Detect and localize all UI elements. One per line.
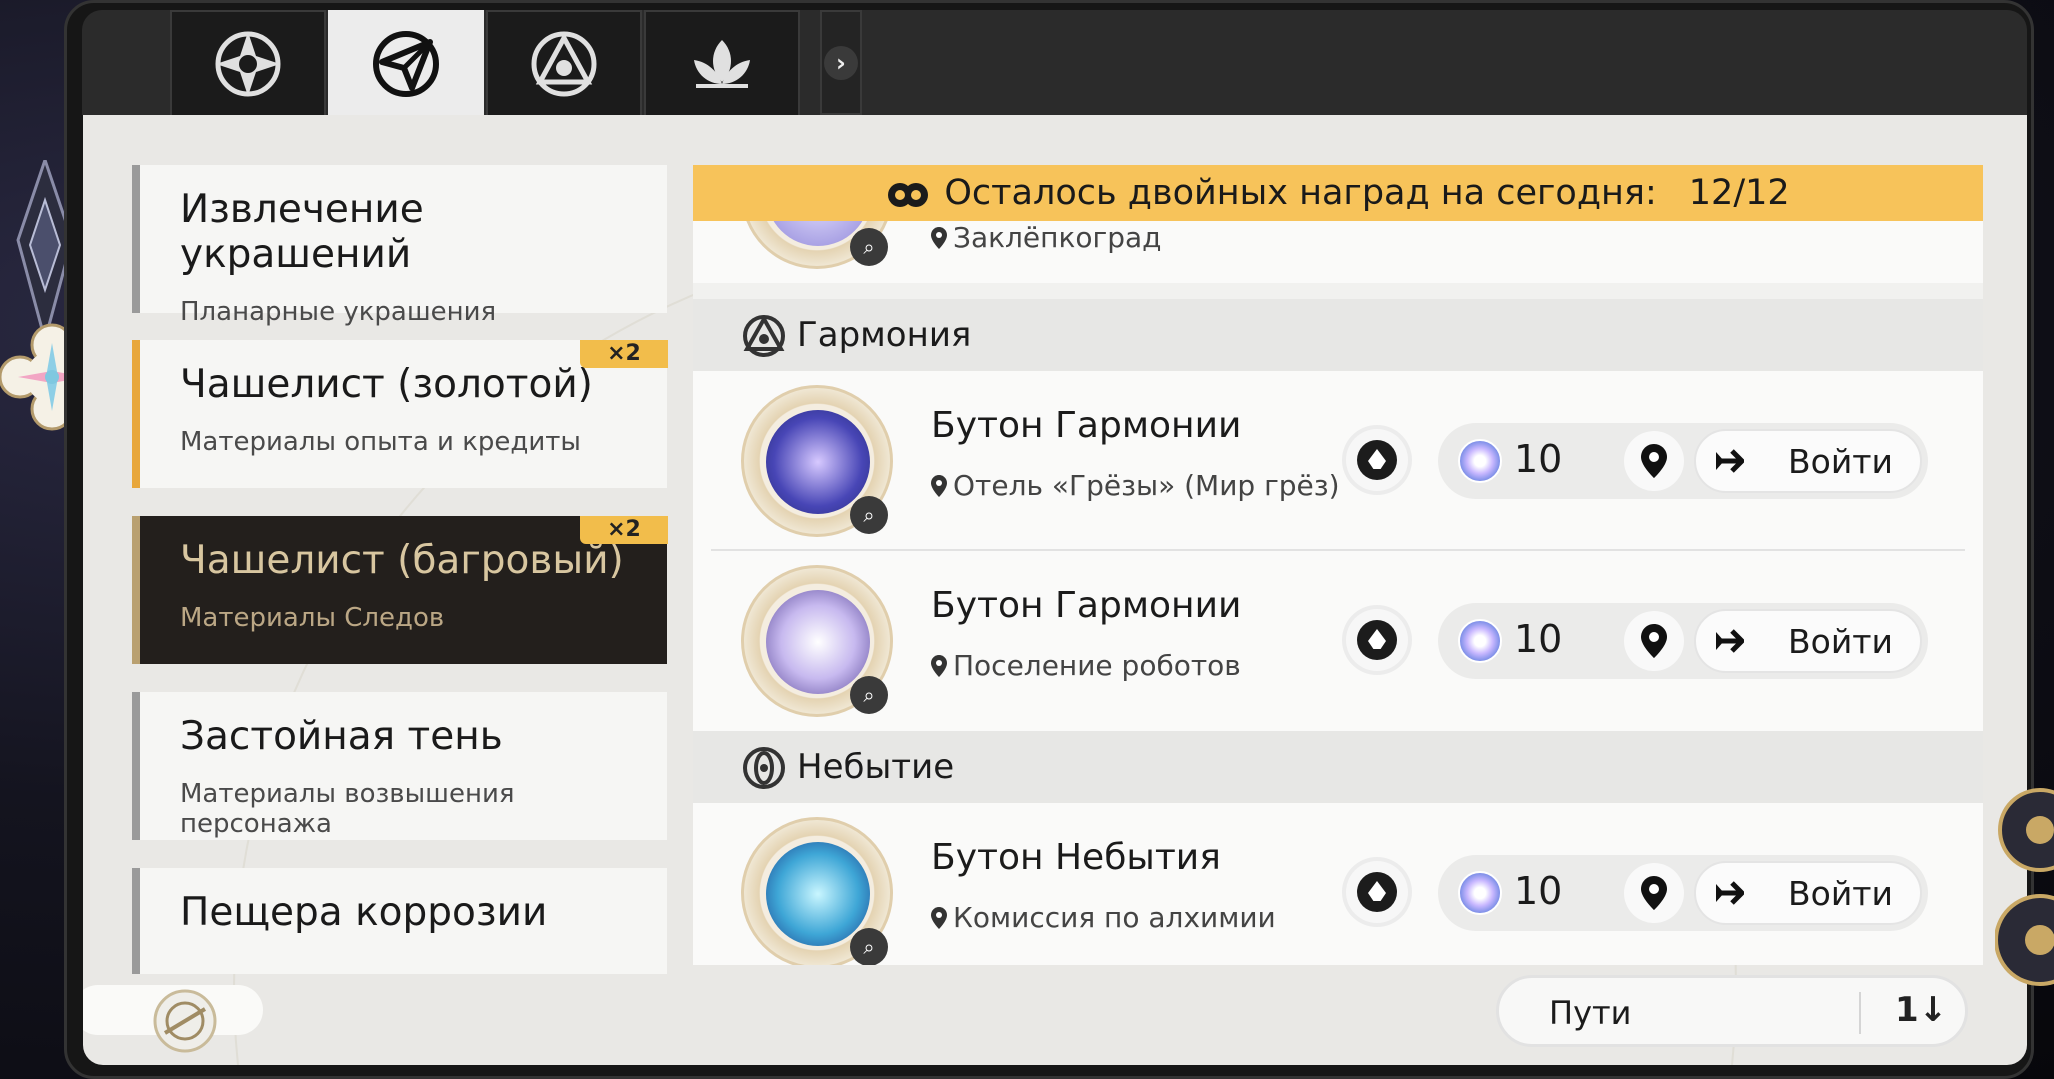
group-title: Гармония [797, 315, 972, 355]
domain-title: Бутон Гармонии [931, 585, 1242, 626]
double-reward-banner: Осталось двойных наград на сегодня: 12/1… [693, 165, 1983, 221]
cost-panel: 10 Войти [1438, 603, 1928, 679]
path-group-header: Небытие [693, 731, 1983, 803]
category-title: Пещера коррозии [180, 890, 548, 935]
domain-row: ⌕ Бутон Небытия Комиссия по алхимии 10 В… [693, 803, 1983, 965]
banner-label: Осталось двойных наград на сегодня: [944, 173, 1657, 213]
enter-button[interactable]: Войти [1694, 609, 1922, 673]
map-pin-button[interactable] [1624, 431, 1684, 491]
element-weakness-icon[interactable] [1346, 861, 1408, 923]
element-weakness-icon[interactable] [1346, 429, 1408, 491]
trailblaze-power-icon [1458, 871, 1502, 915]
enter-icon [1716, 881, 1744, 905]
cost-value: 10 [1514, 437, 1563, 481]
category-item-ornament[interactable]: Извлечение украшений Планарные украшения [132, 165, 667, 327]
tab-2[interactable] [328, 10, 484, 115]
domain-row: ⌕ Бутон Гармонии Отель «Грёзы» (Мир грёз… [693, 371, 1983, 551]
magnifier-icon[interactable]: ⌕ [850, 676, 888, 714]
main-panel: Извлечение украшений Планарные украшения… [83, 115, 2027, 1065]
category-title: Чашелист (золотой) [180, 362, 593, 407]
domain-list: Осталось двойных наград на сегодня: 12/1… [693, 165, 1983, 965]
trailblaze-power-icon [1458, 439, 1502, 483]
element-weakness-icon[interactable] [1346, 609, 1408, 671]
category-subtitle: Материалы опыта и кредиты [180, 427, 581, 457]
lotus-icon [694, 39, 750, 88]
location-pin-icon [931, 654, 947, 677]
sort-dropdown[interactable]: Пути 1↓ [1496, 975, 1968, 1047]
aether-orb-icon [153, 989, 217, 1053]
cost-panel: 10 Войти [1438, 423, 1928, 499]
category-subtitle: Материалы Следов [180, 603, 445, 633]
domain-location: Отель «Грёзы» (Мир грёз) [931, 469, 1340, 502]
chevron-right-icon: › [824, 45, 858, 80]
domain-location: Заклёпкоград [931, 221, 1162, 254]
tab-1[interactable] [170, 10, 326, 115]
domain-thumbnail: ⌕ [741, 817, 893, 965]
path-group-header: Гармония [693, 299, 1983, 371]
magnifier-icon[interactable]: ⌕ [850, 928, 888, 965]
sort-icon[interactable]: 1↓ [1895, 990, 1947, 1030]
compass-rose-icon [215, 31, 281, 96]
sort-label: Пути [1549, 994, 1632, 1032]
category-subtitle: Материалы возвышения персонажа [180, 779, 515, 839]
nihility-path-icon [743, 747, 785, 789]
domain-title: Бутон Небытия [931, 837, 1221, 878]
harmony-path-icon [743, 314, 785, 357]
domain-location: Поселение роботов [931, 649, 1241, 682]
tab-scroll-button[interactable]: › [820, 10, 862, 115]
cost-panel: 10 Войти [1438, 855, 1928, 931]
triangle-knot-icon [531, 31, 597, 96]
sort-divider [1859, 992, 1861, 1034]
map-pin-button[interactable] [1624, 863, 1684, 923]
domain-location: Комиссия по алхимии [931, 901, 1276, 934]
flower-ornament-icon [1995, 788, 2054, 986]
map-pin-button[interactable] [1624, 611, 1684, 671]
map-pin-icon [1641, 444, 1667, 478]
group-title: Небытие [797, 747, 955, 787]
enter-button[interactable]: Войти [1694, 429, 1922, 493]
category-item-crimson-calyx[interactable]: ×2 Чашелист (багровый) Материалы Следов [132, 516, 668, 664]
enter-button[interactable]: Войти [1694, 861, 1922, 925]
domain-row: ⌕ Бутон Гармонии Поселение роботов 10 Во… [693, 551, 1983, 731]
double-reward-badge: ×2 [580, 340, 668, 368]
location-pin-icon [931, 226, 947, 249]
paper-plane-icon [373, 30, 439, 97]
cost-value: 10 [1514, 869, 1563, 913]
category-item-golden-calyx[interactable]: ×2 Чашелист (золотой) Материалы опыта и … [132, 340, 668, 488]
location-pin-icon [931, 906, 947, 929]
category-title: Чашелист (багровый) [180, 538, 624, 583]
trailblaze-power-icon [1458, 619, 1502, 663]
map-pin-icon [1641, 876, 1667, 910]
banner-count: 12/12 [1688, 173, 1790, 213]
category-item-stagnant-shadow[interactable]: Застойная тень Материалы возвышения перс… [132, 692, 667, 840]
category-title: Застойная тень [180, 714, 503, 759]
double-reward-badge: ×2 [580, 516, 668, 544]
domain-thumbnail: ⌕ [741, 385, 893, 537]
enter-icon [1716, 449, 1744, 473]
enter-icon [1716, 629, 1744, 653]
magnifier-icon[interactable]: ⌕ [850, 496, 888, 534]
category-title: Извлечение украшений [180, 187, 424, 277]
map-pin-icon [1641, 624, 1667, 658]
tab-4[interactable] [644, 10, 800, 115]
domain-thumbnail: ⌕ [741, 565, 893, 717]
category-item-cavern[interactable]: Пещера коррозии [132, 868, 667, 974]
tab-3[interactable] [486, 10, 642, 115]
magnifier-icon[interactable]: ⌕ [850, 228, 888, 266]
category-subtitle: Планарные украшения [180, 297, 497, 327]
cost-value: 10 [1514, 617, 1563, 661]
location-pin-icon [931, 474, 947, 497]
domain-title: Бутон Гармонии [931, 405, 1242, 446]
double-reward-icon [888, 183, 929, 207]
